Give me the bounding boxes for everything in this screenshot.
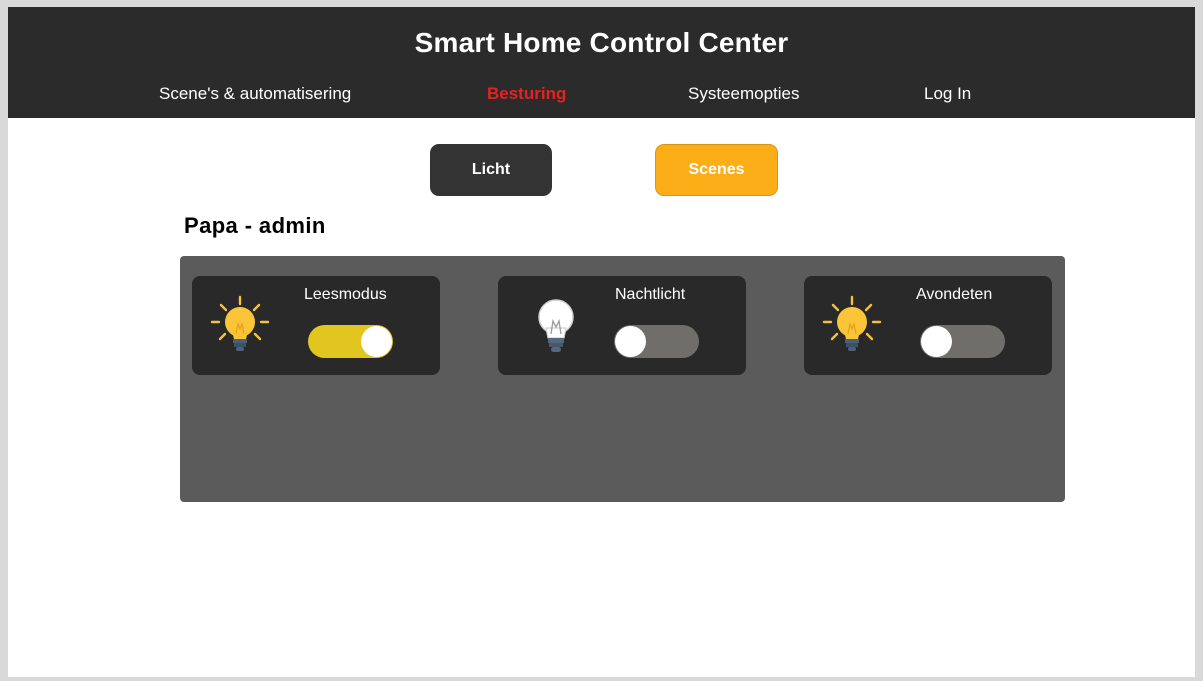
tab-scenes[interactable]: Scenes	[655, 144, 778, 196]
scenes-panel: Leesmodus Nachtlicht Avondeten	[180, 256, 1065, 502]
toggle-knob	[921, 326, 952, 357]
toggle-avondeten[interactable]	[920, 325, 1005, 358]
app-title: Smart Home Control Center	[414, 27, 789, 58]
toggle-nachtlicht[interactable]	[614, 325, 699, 358]
nav-besturing[interactable]: Besturing	[487, 84, 566, 104]
scene-label-avondeten: Avondeten	[916, 286, 993, 303]
bulb-lit-icon	[210, 295, 270, 351]
nav-systeemopties[interactable]: Systeemopties	[688, 84, 800, 104]
tab-licht[interactable]: Licht	[430, 144, 552, 196]
top-header: Smart Home Control Center Scene's & auto…	[8, 7, 1195, 118]
nav-log-in[interactable]: Log In	[924, 84, 971, 104]
scene-card-nachtlicht: Nachtlicht	[498, 276, 746, 375]
app-window: Smart Home Control Center Scene's & auto…	[8, 7, 1195, 677]
toggle-knob	[361, 326, 392, 357]
toggle-leesmodus[interactable]	[308, 325, 393, 358]
user-label: Papa - admin	[184, 213, 326, 238]
nav-scenes-automatisering[interactable]: Scene's & automatisering	[159, 84, 351, 104]
scene-card-leesmodus: Leesmodus	[192, 276, 440, 375]
scene-label-nachtlicht: Nachtlicht	[615, 286, 686, 303]
scene-card-avondeten: Avondeten	[804, 276, 1052, 375]
toggle-knob	[615, 326, 646, 357]
scene-label-leesmodus: Leesmodus	[304, 286, 387, 303]
bulb-off-icon	[538, 299, 574, 352]
bulb-lit-icon	[822, 295, 882, 351]
